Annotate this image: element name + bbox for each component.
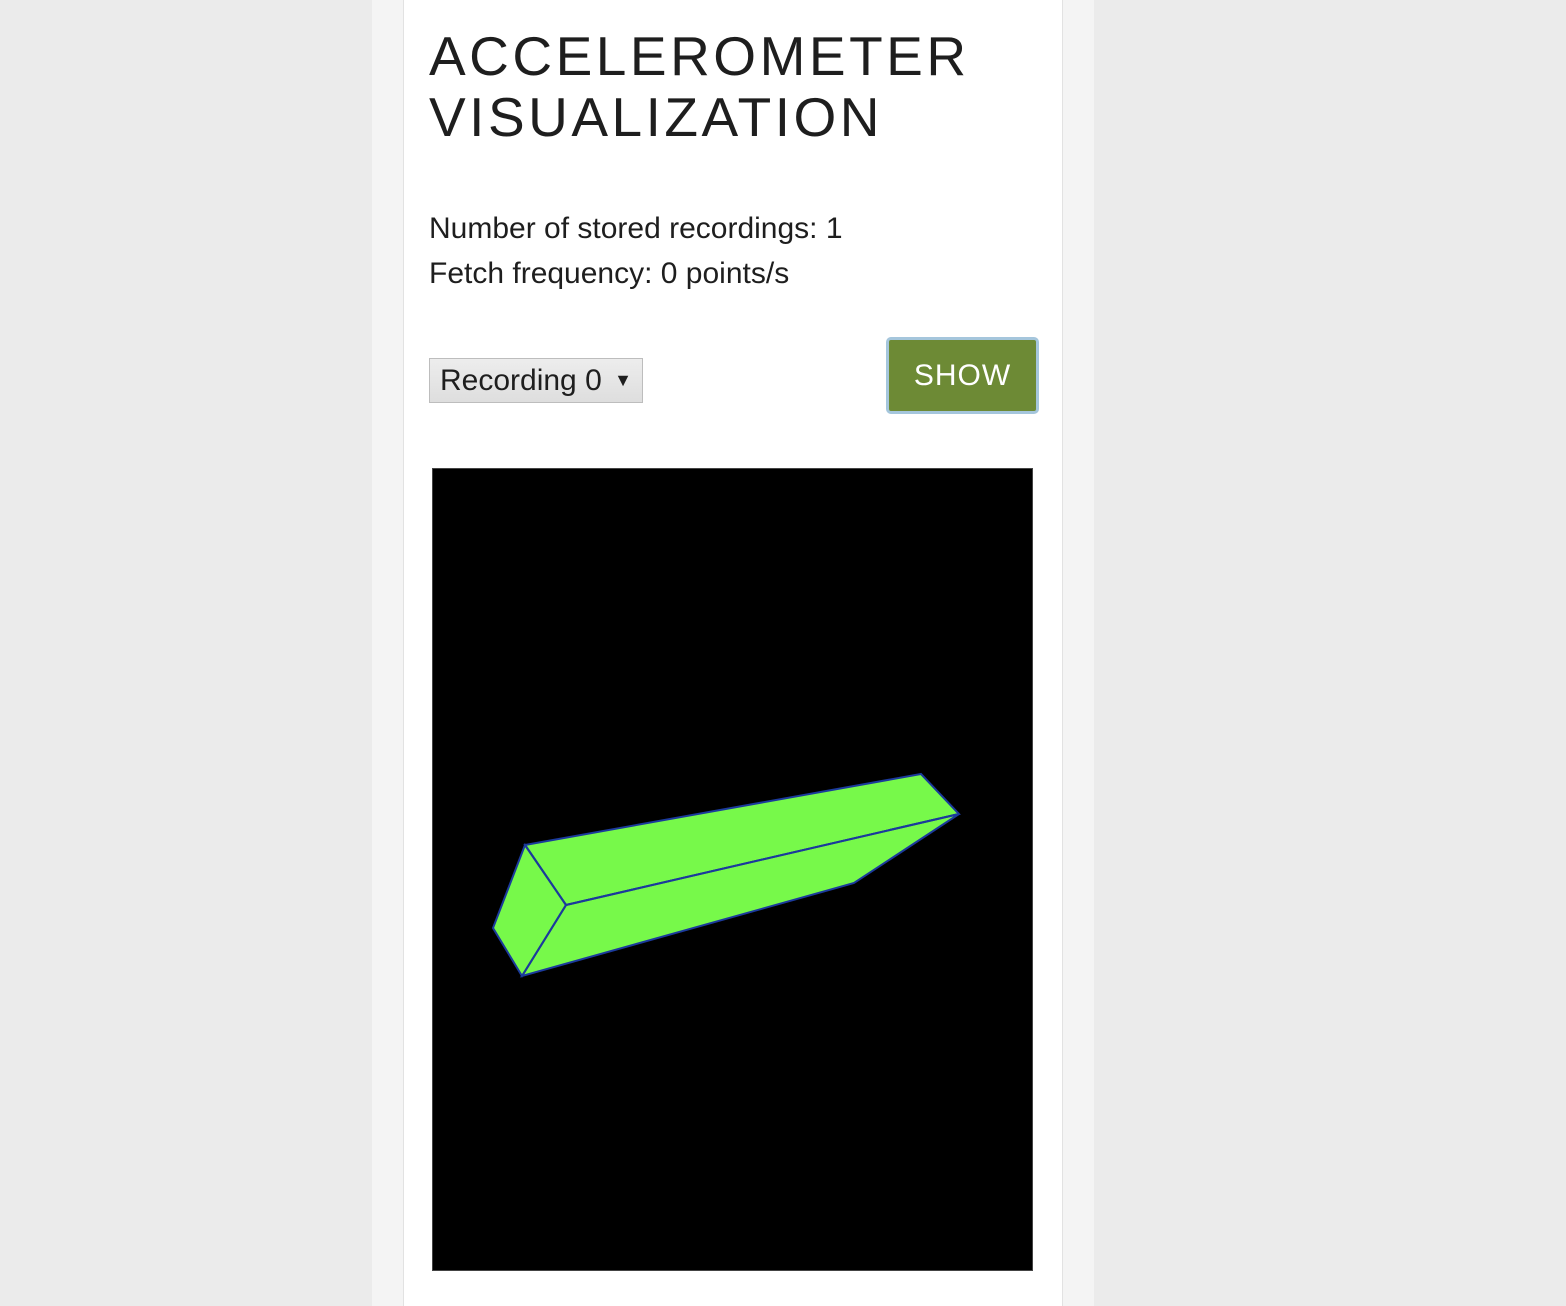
fetch-frequency: Fetch frequency: 0 points/s — [429, 257, 790, 290]
stored-recordings-count: Number of stored recordings: 1 — [429, 212, 843, 245]
recording-select-value: Recording 0 — [440, 363, 602, 397]
visualization-svg — [491, 772, 961, 978]
page-title: ACCELEROMETER VISUALIZATION — [429, 25, 970, 148]
show-button[interactable]: SHOW — [886, 337, 1039, 414]
visualization-canvas[interactable] — [432, 468, 1033, 1271]
chevron-down-icon: ▼ — [614, 370, 632, 390]
recording-select[interactable]: Recording 0 ▼ — [429, 358, 643, 403]
